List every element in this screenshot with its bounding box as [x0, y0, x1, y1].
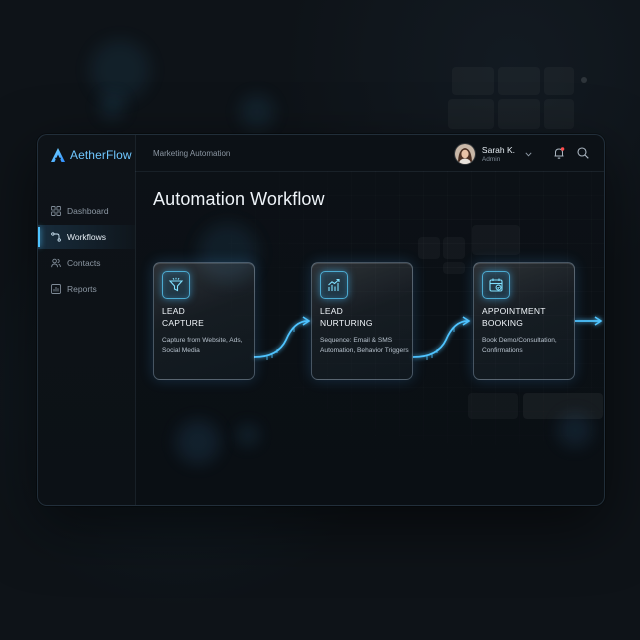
growth-chart-icon	[328, 278, 340, 291]
step-description: Capture from Website, Ads, Social Media	[162, 337, 243, 354]
background-tile	[498, 99, 540, 129]
background-tile	[544, 99, 574, 129]
step-title-line: NURTURING	[320, 318, 373, 328]
workflow-step-lead-capture[interactable]: LEAD CAPTURE Capture from Website, Ads, …	[153, 262, 255, 380]
app-window: AetherFlow Dashboard Workflows Contacts	[37, 134, 605, 506]
background-tile	[581, 77, 587, 83]
step-title: APPOINTMENT BOOKING	[482, 305, 572, 329]
background-glow	[90, 40, 150, 100]
background-tile	[544, 67, 574, 95]
calendar-check-icon	[489, 278, 503, 292]
step-title-line: LEAD	[162, 306, 186, 316]
step-title-line: LEAD	[320, 306, 344, 316]
background-tile	[452, 67, 494, 95]
connector-line	[412, 320, 469, 358]
workflow-step-lead-nurturing[interactable]: LEAD NURTURING Sequence: Email & SMS Aut…	[311, 262, 413, 380]
step-description: Book Demo/Consultation, Confirmations	[482, 337, 557, 354]
background-glow	[100, 95, 124, 119]
step-title-line: APPOINTMENT	[482, 306, 546, 316]
step-icon-box	[482, 271, 510, 299]
step-icon-box	[320, 271, 348, 299]
step-title-line: BOOKING	[482, 318, 524, 328]
step-title: LEAD CAPTURE	[162, 305, 252, 329]
connector-line	[253, 320, 309, 358]
background-tile	[498, 67, 540, 95]
step-title: LEAD NURTURING	[320, 305, 410, 329]
step-description: Sequence: Email & SMS Automation, Behavi…	[320, 337, 409, 354]
step-icon-box	[162, 271, 190, 299]
background-tile	[448, 99, 494, 129]
workflow-step-appointment-booking[interactable]: APPOINTMENT BOOKING Book Demo/Consultati…	[473, 262, 575, 380]
step-title-line: CAPTURE	[162, 318, 205, 328]
background-glow	[240, 95, 274, 129]
funnel-icon	[168, 277, 184, 292]
